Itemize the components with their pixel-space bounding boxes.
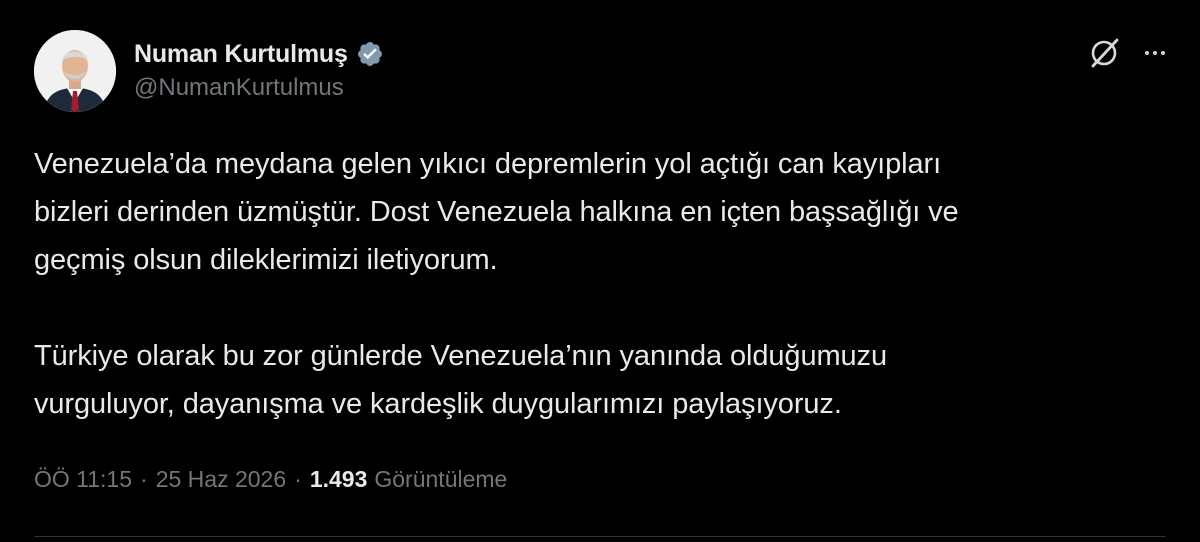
- views-label: Görüntüleme: [374, 466, 508, 492]
- meta-separator: ·: [140, 466, 148, 492]
- author-handle[interactable]: @NumanKurtulmus: [134, 74, 344, 102]
- meta-separator: ·: [294, 466, 302, 492]
- tweet-paragraph: Venezuela’da meydana gelen yıkıcı deprem…: [34, 140, 1174, 284]
- verified-badge-icon[interactable]: [356, 40, 384, 68]
- tweet-line: Venezuela’da meydana gelen yıkıcı deprem…: [34, 148, 942, 180]
- tweet-line: vurguluyor, dayanışma ve kardeşlik duygu…: [34, 388, 842, 420]
- tweet-text: Venezuela’da meydana gelen yıkıcı deprem…: [34, 140, 1174, 428]
- views-count: 1.493: [309, 466, 368, 492]
- tweet-line: bizleri derinden üzmüştür. Dost Venezuel…: [34, 196, 959, 228]
- avatar[interactable]: [34, 30, 116, 112]
- tweet-date[interactable]: 25 Haz 2026: [156, 466, 286, 493]
- grok-icon[interactable]: [1088, 36, 1122, 70]
- tweet-card: Numan Kurtulmuş @NumanKurtulmus Venezuel…: [0, 0, 1200, 542]
- tweet-meta: ÖÖ 11:15 · 25 Haz 2026 · 1.493 Görüntüle…: [34, 466, 507, 493]
- tweet-line: geçmiş olsun dileklerimizi iletiyorum.: [34, 244, 498, 276]
- tweet-line: Türkiye olarak bu zor günlerde Venezuela…: [34, 340, 887, 372]
- tweet-time[interactable]: ÖÖ 11:15: [34, 466, 132, 493]
- divider: [34, 536, 1166, 537]
- more-icon[interactable]: [1138, 36, 1172, 70]
- author-name-row: Numan Kurtulmuş: [134, 34, 384, 74]
- tweet-paragraph: Türkiye olarak bu zor günlerde Venezuela…: [34, 332, 1174, 428]
- author-display-name[interactable]: Numan Kurtulmuş: [134, 40, 348, 69]
